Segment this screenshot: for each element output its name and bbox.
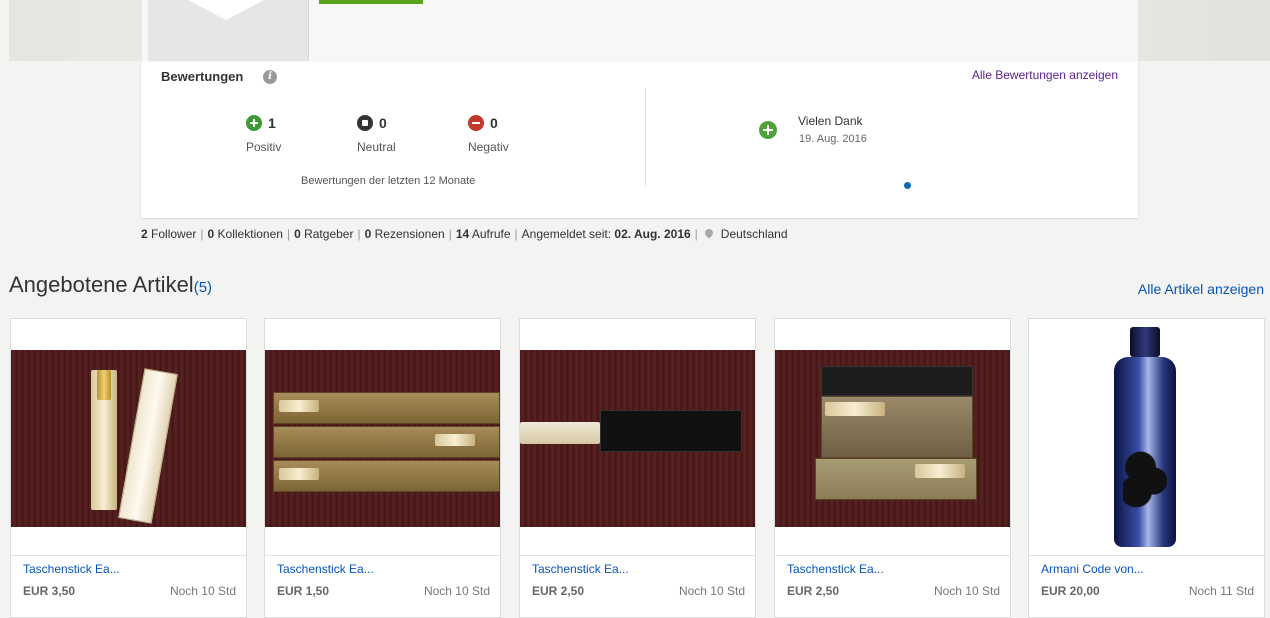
item-price: EUR 20,00 bbox=[1041, 584, 1100, 598]
item-price: EUR 1,50 bbox=[277, 584, 330, 598]
item-title[interactable]: Taschenstick Ea... bbox=[532, 562, 629, 576]
minus-circle-icon bbox=[468, 114, 484, 131]
item-time-left: Noch 10 Std bbox=[423, 584, 490, 598]
guides-count: 0 bbox=[294, 227, 301, 241]
neutral-count: 0 bbox=[379, 114, 387, 131]
item-title[interactable]: Taschenstick Ea... bbox=[23, 562, 120, 576]
item-title[interactable]: Armani Code von... bbox=[1041, 562, 1144, 576]
item-image[interactable] bbox=[11, 350, 246, 527]
item-image[interactable] bbox=[1029, 319, 1264, 554]
member-since-label: Angemeldet seit: bbox=[521, 227, 612, 241]
item-card[interactable]: Taschenstick Ea... EUR 2,50 Noch 10 Std bbox=[774, 318, 1011, 618]
item-price: EUR 3,50 bbox=[23, 584, 76, 598]
positive-count: 1 bbox=[268, 114, 276, 131]
negative-count: 0 bbox=[490, 114, 498, 131]
item-image[interactable] bbox=[265, 350, 500, 527]
item-time-left: Noch 10 Std bbox=[169, 584, 236, 598]
guides-label[interactable]: Ratgeber bbox=[304, 227, 353, 241]
listings-title: Angebotene Artikel(5) bbox=[9, 272, 213, 297]
item-title[interactable]: Taschenstick Ea... bbox=[787, 562, 884, 576]
rating-neutral[interactable]: 0 Neutral bbox=[357, 114, 437, 154]
item-image[interactable] bbox=[775, 350, 1010, 527]
all-feedback-link[interactable]: Alle Bewertungen anzeigen bbox=[972, 68, 1118, 82]
member-since-date: 02. Aug. 2016 bbox=[614, 227, 691, 241]
item-image[interactable] bbox=[520, 350, 755, 527]
location-pin-icon bbox=[703, 227, 715, 239]
neutral-label: Neutral bbox=[357, 140, 396, 154]
reviews-label[interactable]: Rezensionen bbox=[375, 227, 445, 241]
feedback-panel: Bewertungen i Alle Bewertungen anzeigen … bbox=[141, 62, 1138, 218]
item-time-left: Noch 10 Std bbox=[678, 584, 745, 598]
item-price: EUR 2,50 bbox=[787, 584, 840, 598]
listings-count: (5) bbox=[193, 279, 213, 296]
plus-circle-icon bbox=[246, 114, 262, 131]
feedback-title: Bewertungen bbox=[161, 69, 244, 84]
avatar-placeholder-icon bbox=[188, 0, 264, 20]
collections-count: 0 bbox=[207, 227, 215, 241]
item-price: EUR 2,50 bbox=[532, 584, 585, 598]
all-items-link[interactable]: Alle Artikel anzeigen bbox=[1138, 281, 1264, 297]
info-icon[interactable]: i bbox=[263, 70, 277, 84]
followers-count: 2 bbox=[141, 227, 148, 241]
carousel-dot[interactable] bbox=[904, 182, 911, 189]
item-card[interactable]: Armani Code von... EUR 20,00 Noch 11 Std bbox=[1028, 318, 1265, 618]
item-card[interactable]: Taschenstick Ea... EUR 3,50 Noch 10 Std bbox=[10, 318, 247, 618]
profile-stats: 2 Follower | 0 Kollektionen | 0 Ratgeber | 0 R… bbox=[141, 227, 788, 241]
item-time-left: Noch 11 Std bbox=[1188, 584, 1254, 598]
followers-label[interactable]: Follower bbox=[151, 227, 196, 241]
feedback-comment: Vielen Dank bbox=[798, 114, 863, 128]
contact-button[interactable] bbox=[319, 0, 423, 4]
item-card[interactable]: Taschenstick Ea... EUR 2,50 Noch 10 Std bbox=[519, 318, 756, 618]
avatar[interactable] bbox=[148, 0, 309, 61]
positive-label: Positiv bbox=[246, 140, 282, 154]
negative-label: Negativ bbox=[468, 140, 509, 154]
feedback-date: 19. Aug. 2016 bbox=[799, 133, 867, 145]
plus-circle-icon bbox=[759, 121, 777, 139]
item-time-left: Noch 10 Std bbox=[933, 584, 1000, 598]
item-card[interactable]: Taschenstick Ea... EUR 1,50 Noch 10 Std bbox=[264, 318, 501, 618]
rating-negative[interactable]: 0 Negativ bbox=[468, 114, 548, 154]
feedback-period: Bewertungen der letzten 12 Monate bbox=[301, 175, 476, 187]
country: Deutschland bbox=[720, 227, 788, 241]
collections-label[interactable]: Kollektionen bbox=[218, 227, 283, 241]
square-circle-icon bbox=[357, 114, 373, 131]
views-label: Aufrufe bbox=[471, 227, 511, 241]
divider bbox=[645, 88, 646, 186]
item-title[interactable]: Taschenstick Ea... bbox=[277, 562, 374, 576]
rating-positive[interactable]: 1 Positiv bbox=[246, 114, 326, 154]
reviews-count: 0 bbox=[364, 227, 372, 241]
views-count: 14 bbox=[455, 227, 470, 241]
